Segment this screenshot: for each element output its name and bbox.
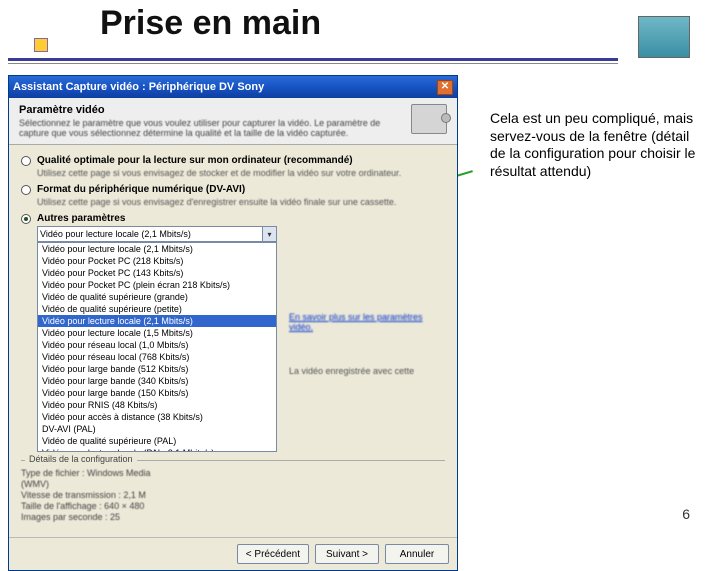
- window-titlebar[interactable]: Assistant Capture vidéo : Périphérique D…: [9, 76, 457, 98]
- dropdown-item[interactable]: Vidéo de qualité supérieure (grande): [38, 291, 276, 303]
- wizard-body: Qualité optimale pour la lecture sur mon…: [9, 145, 457, 529]
- next-button[interactable]: Suivant >: [315, 544, 379, 564]
- back-button[interactable]: < Précédent: [237, 544, 309, 564]
- option-dv-avi[interactable]: Format du périphérique numérique (DV-AVI…: [21, 184, 445, 195]
- learn-more-link: En savoir plus sur les paramètres vidéo.: [289, 312, 449, 332]
- detail-line: Type de fichier : Windows Media: [21, 468, 445, 478]
- dropdown-item[interactable]: Vidéo pour accès à distance (38 Kbits/s): [38, 411, 276, 423]
- option-label: Format du périphérique numérique (DV-AVI…: [37, 184, 245, 195]
- slide-bullet-icon: [34, 38, 48, 52]
- close-icon: ✕: [441, 82, 449, 92]
- chevron-down-icon[interactable]: ▾: [262, 227, 276, 241]
- wizard-window: Assistant Capture vidéo : Périphérique D…: [8, 75, 458, 571]
- camera-icon: [411, 104, 447, 134]
- dropdown-item[interactable]: Vidéo de qualité supérieure (PAL): [38, 435, 276, 447]
- option-best-quality[interactable]: Qualité optimale pour la lecture sur mon…: [21, 155, 445, 166]
- radio-icon[interactable]: [21, 214, 31, 224]
- radio-icon[interactable]: [21, 156, 31, 166]
- banner-title: Paramètre vidéo: [19, 104, 403, 116]
- cancel-button[interactable]: Annuler: [385, 544, 449, 564]
- dropdown-item[interactable]: Vidéo pour lecture locale (2,1 Mbits/s): [38, 243, 276, 255]
- option-other-params[interactable]: Autres paramètres: [21, 213, 445, 224]
- dropdown-item[interactable]: Vidéo pour lecture locale (PAL, 2,1 Mbit…: [38, 447, 276, 452]
- dropdown-item[interactable]: Vidéo pour Pocket PC (143 Kbits/s): [38, 267, 276, 279]
- dropdown-item[interactable]: Vidéo pour large bande (512 Kbits/s): [38, 363, 276, 375]
- option-label: Autres paramètres: [37, 213, 125, 224]
- dropdown-item[interactable]: Vidéo pour large bande (150 Kbits/s): [38, 387, 276, 399]
- dropdown-item[interactable]: Vidéo pour large bande (340 Kbits/s): [38, 375, 276, 387]
- config-details-group: Détails de la configuration Type de fich…: [21, 460, 445, 522]
- link-text[interactable]: En savoir plus sur les paramètres vidéo.: [289, 312, 423, 332]
- dropdown-item[interactable]: Vidéo pour lecture locale (1,5 Mbits/s): [38, 327, 276, 339]
- slide-divider: [8, 58, 618, 64]
- option-label: Qualité optimale pour la lecture sur mon…: [37, 155, 353, 166]
- detail-line: Images par seconde : 25: [21, 512, 445, 522]
- dropdown-item[interactable]: Vidéo pour réseau local (768 Kbits/s): [38, 351, 276, 363]
- radio-icon[interactable]: [21, 185, 31, 195]
- slide-header: Prise en main: [0, 0, 720, 72]
- slide-logo-icon: [638, 16, 690, 58]
- slide-page-number: 6: [682, 506, 690, 522]
- dropdown-item[interactable]: DV-AVI (PAL): [38, 423, 276, 435]
- dropdown-item[interactable]: Vidéo de qualité supérieure (petite): [38, 303, 276, 315]
- dropdown-item[interactable]: Vidéo pour lecture locale (2,1 Mbits/s): [38, 315, 276, 327]
- wizard-banner: Paramètre vidéo Sélectionnez le paramètr…: [9, 98, 457, 145]
- option-desc: Utilisez cette page si vous envisagez de…: [37, 168, 445, 178]
- side-note-text: La vidéo enregistrée avec cette: [289, 366, 449, 376]
- window-title: Assistant Capture vidéo : Périphérique D…: [13, 81, 437, 93]
- video-setting-combobox[interactable]: Vidéo pour lecture locale (2,1 Mbits/s) …: [37, 226, 277, 242]
- group-legend: Détails de la configuration: [25, 454, 137, 464]
- dropdown-item[interactable]: Vidéo pour Pocket PC (218 Kbits/s): [38, 255, 276, 267]
- dropdown-item[interactable]: Vidéo pour RNIS (48 Kbits/s): [38, 399, 276, 411]
- detail-line: Taille de l'affichage : 640 × 480: [21, 501, 445, 511]
- slide-title: Prise en main: [30, 0, 720, 43]
- detail-line: (WMV): [21, 479, 445, 489]
- detail-line: Vitesse de transmission : 2,1 M: [21, 490, 445, 500]
- video-setting-dropdown-list[interactable]: Vidéo pour lecture locale (2,1 Mbits/s)V…: [37, 242, 277, 452]
- banner-subtitle: Sélectionnez le paramètre que vous voule…: [19, 118, 403, 138]
- dropdown-item[interactable]: Vidéo pour Pocket PC (plein écran 218 Kb…: [38, 279, 276, 291]
- option-desc: Utilisez cette page si vous envisagez d'…: [37, 197, 445, 207]
- slide-annotation: Cela est un peu compliqué, mais servez-v…: [490, 110, 700, 180]
- dropdown-item[interactable]: Vidéo pour réseau local (1,0 Mbits/s): [38, 339, 276, 351]
- wizard-button-row: < Précédent Suivant > Annuler: [9, 537, 457, 570]
- close-button[interactable]: ✕: [437, 80, 453, 95]
- combobox-value: Vidéo pour lecture locale (2,1 Mbits/s): [40, 229, 191, 239]
